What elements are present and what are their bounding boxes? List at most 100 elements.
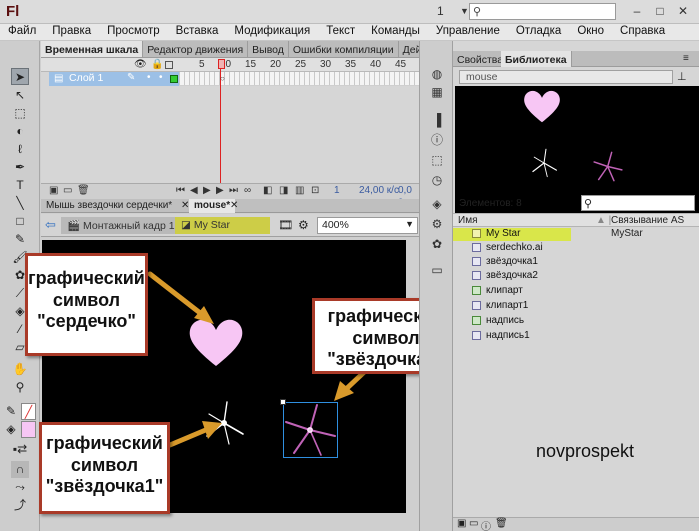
library-item[interactable]: serdechko.ai [453,242,699,255]
document-tab[interactable]: Мышь звездочки сердечки* [41,199,177,213]
free-transform-tool-icon[interactable]: ⬚ [11,105,29,122]
edit-frames-icon[interactable]: ▥ [295,185,304,196]
maximize-button[interactable]: □ [653,4,667,18]
eye-icon[interactable]: 👁 [134,59,147,70]
document-tab-active[interactable]: mouse* [189,199,236,213]
menu-insert[interactable]: Вставка [168,24,227,40]
library-item[interactable]: клипарт1 [453,300,699,313]
smooth-icon[interactable]: ⤳ [11,479,29,496]
star2-symbol[interactable] [284,403,337,457]
stroke-color-icon[interactable]: ✎ [4,403,18,420]
minimize-button[interactable]: – [630,4,644,18]
breadcrumb-symbol[interactable]: ◪ My Star [175,217,270,234]
tab-compiler-errors[interactable]: Ошибки компиляции [289,41,399,57]
onion-markers-icon[interactable]: ⊡ [311,185,319,196]
selection-tool-icon[interactable]: ➤ [11,68,29,85]
last-frame-icon[interactable]: ⏭ [229,185,238,196]
next-frame-icon[interactable]: ▶ [216,185,224,196]
tab-motion-editor[interactable]: Редактор движения [143,41,249,57]
library-document-select[interactable]: mouse [459,70,673,84]
tab-output[interactable]: Вывод [248,41,289,57]
snap-to-objects-icon[interactable]: ∩ [11,461,29,478]
breadcrumb-scene[interactable]: 🎬 Монтажный кадр 1 [61,217,181,234]
column-linkage[interactable]: Связывание AS [611,215,684,226]
edit-symbols-icon[interactable]: ⚙ [298,218,309,232]
pin-icon[interactable]: ⊥ [677,70,687,83]
menu-debug[interactable]: Отладка [508,24,569,40]
layer-row[interactable]: ▤ Слой 1 ✎ • • [49,72,179,86]
play-icon[interactable]: ▶ [203,185,211,196]
help-search-input[interactable]: ⚲ [469,3,616,20]
menu-file[interactable]: Файл [0,24,44,40]
menu-commands[interactable]: Команды [363,24,428,40]
pencil-tool-icon[interactable]: ✎ [11,231,29,248]
new-folder-icon[interactable]: ▭ [63,185,72,196]
new-folder-icon[interactable]: ▭ [469,518,478,529]
properties-icon[interactable]: ⓘ [481,518,491,531]
library-item[interactable]: клипарт [453,285,699,298]
palette-icon[interactable]: ◍ [429,67,445,81]
3d-rotation-tool-icon[interactable]: ◐ [11,123,29,140]
lock-icon[interactable]: 🔒 [151,59,163,70]
fill-color-swatch[interactable] [21,421,36,438]
library-item[interactable]: звёздочка1 [453,256,699,269]
outline-icon[interactable] [165,61,173,69]
zoom-select[interactable]: 400% ▼ [317,217,418,234]
workspace-selector[interactable]: 1 [437,4,444,18]
new-layer-icon[interactable]: ▣ [49,185,58,196]
loop-icon[interactable]: ∞ [244,185,251,196]
back-arrow-icon[interactable]: ⇦ [45,217,56,233]
swap-colors-icon[interactable]: ▪⇄ [11,441,29,458]
menu-edit[interactable]: Правка [44,24,99,40]
lock-dot-icon[interactable]: • [159,72,163,83]
menu-help[interactable]: Справка [612,24,673,40]
visibility-dot-icon[interactable]: • [147,72,151,83]
menu-control[interactable]: Управление [428,24,508,40]
line-tool-icon[interactable]: ╲ [11,195,29,212]
stroke-color-swatch[interactable]: ╱ [21,403,36,420]
lasso-tool-icon[interactable]: ℓ [11,141,29,158]
first-frame-icon[interactable]: ⏮ [176,185,185,196]
component-inspector-icon[interactable]: ⚙ [429,217,445,231]
frame-rate[interactable]: 24,00 к/с [359,185,399,196]
column-name[interactable]: Имя [458,215,477,226]
transform-icon[interactable]: ⬚ [429,153,445,167]
prev-frame-icon[interactable]: ◀ [190,185,198,196]
menu-text[interactable]: Текст [318,24,363,40]
delete-layer-icon[interactable]: 🗑 [77,185,90,196]
library-item[interactable]: My Star [453,228,571,241]
menu-view[interactable]: Просмотр [99,24,168,40]
menu-window[interactable]: Окно [569,24,612,40]
layer-name[interactable]: Слой 1 [69,72,103,84]
panel-menu-icon[interactable]: ≡ [683,53,689,64]
movie-explorer-icon[interactable]: ✿ [429,237,445,251]
tab-properties[interactable]: Свойства [453,51,509,67]
onion-skin-icon[interactable]: ◧ [263,185,272,196]
components-icon[interactable]: ◈ [429,197,445,211]
new-symbol-icon[interactable]: ▣ [457,518,466,529]
layer-color-swatch[interactable] [170,75,178,83]
library-icon[interactable]: ▭ [429,263,445,277]
history-icon[interactable]: ◷ [429,173,445,187]
info-icon[interactable]: ⓘ [429,133,445,147]
menu-modify[interactable]: Модификация [226,24,318,40]
hand-tool-icon[interactable]: ✋ [11,361,29,378]
library-item[interactable]: надпись1 [453,330,699,343]
straighten-icon[interactable]: ⤴ [11,497,29,514]
library-search-input[interactable]: ⚲ [581,195,695,211]
swatches-icon[interactable]: ▦ [429,85,445,99]
frames-area[interactable] [179,72,419,86]
tab-library[interactable]: Библиотека [501,51,572,67]
delete-icon[interactable]: 🗑 [495,518,508,529]
align-icon[interactable]: ▐ [429,113,445,127]
pen-tool-icon[interactable]: ✒ [11,159,29,176]
edit-scene-icon[interactable]: 🎞 [278,218,293,232]
library-item[interactable]: звёздочка2 [453,270,699,283]
zoom-tool-icon[interactable]: ⚲ [11,379,29,396]
onion-outline-icon[interactable]: ◨ [279,185,288,196]
text-tool-icon[interactable]: T [11,177,29,194]
subselection-tool-icon[interactable]: ↖ [11,87,29,104]
rectangle-tool-icon[interactable]: □ [11,213,29,230]
library-item[interactable]: надпись [453,315,699,328]
close-icon[interactable]: ✕ [230,200,238,211]
